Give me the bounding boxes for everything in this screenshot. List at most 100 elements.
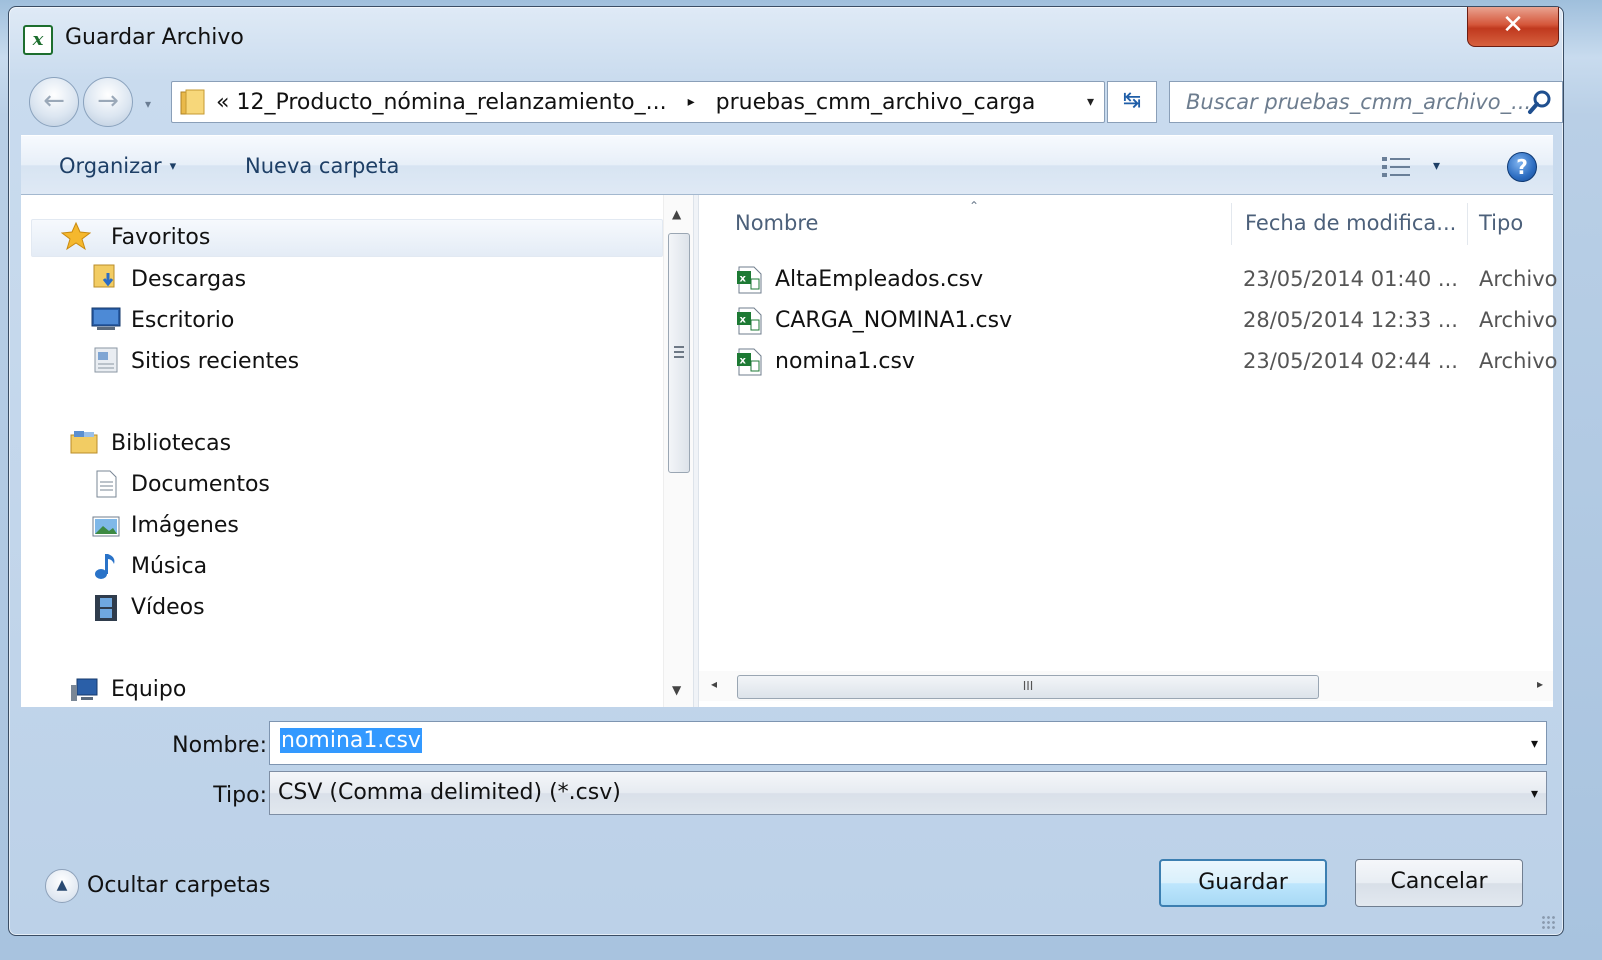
file-type-dropdown-icon[interactable]: ▾ [1531,786,1538,802]
excel-csv-file-icon: x [737,307,762,335]
breadcrumb: « 12_Producto_nómina_relanzamiento_... ▸… [216,90,1035,115]
refresh-icon: ↹ [1122,88,1142,113]
documents-icon [96,470,117,498]
organize-button[interactable]: Organizar ▾ [59,154,176,178]
file-type-select[interactable]: CSV (Comma delimited) (*.csv) ▾ [269,771,1547,815]
folder-icon [180,89,205,115]
breadcrumb-separator-icon[interactable]: ▸ [688,94,695,110]
cancel-button[interactable]: Cancelar [1355,859,1523,907]
back-arrow-icon: ← [43,86,65,116]
browser-area: Favoritos Descargas Escritorio Sitios re… [21,195,1558,707]
excel-csv-file-icon: x [737,266,762,294]
file-name-label: Nombre: [172,733,267,758]
recent-pages-dropdown[interactable]: ▾ [145,97,151,111]
breadcrumb-item-current[interactable]: pruebas_cmm_archivo_carga [716,90,1036,115]
file-date: 28/05/2014 12:33 ... [1243,308,1458,332]
breadcrumb-overflow[interactable]: « [216,90,229,115]
file-name-input[interactable]: nomina1.csv [280,728,422,753]
search-box[interactable]: Buscar pruebas_cmm_archivo_... [1169,81,1563,123]
scroll-up-icon[interactable]: ▲ [672,207,681,221]
file-name-dropdown-icon[interactable]: ▾ [1531,736,1538,752]
scroll-right-icon[interactable]: ▸ [1537,677,1543,691]
view-dropdown-icon[interactable]: ▾ [1433,158,1440,174]
window-title: Guardar Archivo [65,25,244,50]
file-row[interactable]: x AltaEmpleados.csv 23/05/2014 01:40 ...… [733,261,1558,301]
breadcrumb-item-parent[interactable]: 12_Producto_nómina_relanzamiento_... [236,90,666,115]
file-name: nomina1.csv [775,349,915,374]
file-type: Archivo [1479,267,1558,291]
address-dropdown-icon[interactable]: ▾ [1087,94,1094,110]
scroll-grip-icon [674,346,684,360]
tree-item-documents[interactable]: Documentos [131,472,270,497]
downloads-folder-icon [93,264,115,288]
svg-text:x: x [740,274,747,285]
view-options-icon[interactable] [1381,156,1411,178]
computer-icon [71,678,98,701]
file-row[interactable]: x CARGA_NOMINA1.csv 28/05/2014 12:33 ...… [733,302,1558,342]
file-type-value: CSV (Comma delimited) (*.csv) [278,780,621,805]
help-icon[interactable]: ? [1507,152,1537,182]
tree-item-music[interactable]: Música [131,554,207,579]
tree-item-pictures[interactable]: Imágenes [131,513,239,538]
file-type: Archivo [1479,349,1558,373]
command-bar: Organizar ▾ Nueva carpeta ▾ ? [21,135,1553,195]
pictures-icon [92,516,120,537]
file-list: ⌃ Nombre Fecha de modifica... Tipo x Alt… [699,195,1558,707]
column-header-type[interactable]: Tipo [1479,211,1523,235]
refresh-button[interactable]: ↹ [1107,81,1157,123]
file-date: 23/05/2014 02:44 ... [1243,349,1458,373]
new-folder-button[interactable]: Nueva carpeta [245,154,399,178]
search-input[interactable]: Buscar pruebas_cmm_archivo_... [1186,90,1531,114]
save-button[interactable]: Guardar [1159,859,1327,907]
save-file-dialog: x Guardar Archivo ✕ ← → ▾ « 12_Producto_… [8,6,1564,936]
videos-icon [95,595,117,621]
nav-pane-scrollbar[interactable]: ▲ ▼ [663,195,693,707]
libraries-icon [70,431,98,454]
back-button[interactable]: ← [29,77,79,127]
tree-item-libraries[interactable]: Bibliotecas [111,431,231,456]
tree-item-videos[interactable]: Vídeos [131,595,205,620]
scroll-left-icon[interactable]: ◂ [711,677,717,691]
file-name-field[interactable]: nomina1.csv ▾ [269,721,1547,765]
file-date: 23/05/2014 01:40 ... [1243,267,1458,291]
column-divider[interactable] [1231,203,1232,245]
collapse-up-icon: ▲ [45,869,79,903]
hide-folders-text[interactable]: Ocultar carpetas [87,873,270,898]
tree-item-downloads[interactable]: Descargas [131,267,246,292]
column-header-name[interactable]: Nombre [735,211,818,235]
svg-text:x: x [740,356,747,367]
file-list-horizontal-scrollbar[interactable]: ◂ III ▸ [699,671,1553,701]
star-icon [61,221,91,251]
music-icon [95,554,115,579]
desktop-icon [91,307,121,330]
scroll-down-icon[interactable]: ▼ [672,683,681,697]
organize-label: Organizar [59,154,162,178]
column-header-date[interactable]: Fecha de modifica... [1245,211,1456,235]
horizontal-scroll-thumb[interactable]: III [737,675,1319,699]
tree-item-desktop[interactable]: Escritorio [131,308,234,333]
forward-arrow-icon: → [97,86,119,116]
chevron-down-icon: ▾ [169,159,177,174]
excel-icon: x [23,25,53,55]
sort-ascending-icon: ⌃ [969,199,980,213]
navigation-pane: Favoritos Descargas Escritorio Sitios re… [21,195,693,707]
file-type-label: Tipo: [213,783,267,808]
file-row[interactable]: x nomina1.csv 23/05/2014 02:44 ... Archi… [733,343,1558,383]
recent-places-icon [94,347,118,373]
title-bar: x Guardar Archivo ✕ [9,7,1563,67]
address-bar[interactable]: « 12_Producto_nómina_relanzamiento_... ▸… [171,81,1105,123]
file-type: Archivo [1479,308,1558,332]
close-button[interactable]: ✕ [1467,7,1559,47]
tree-item-favorites[interactable]: Favoritos [111,225,210,250]
forward-button[interactable]: → [83,77,133,127]
excel-csv-file-icon: x [737,348,762,376]
search-icon[interactable] [1526,88,1554,116]
tree-item-computer[interactable]: Equipo [111,677,186,702]
file-name: AltaEmpleados.csv [775,267,984,292]
file-name: CARGA_NOMINA1.csv [775,308,1013,333]
scroll-grip-icon: III [1022,679,1034,693]
scroll-thumb[interactable] [668,233,690,473]
resize-grip-icon[interactable] [1541,915,1555,929]
column-divider[interactable] [1467,203,1468,245]
tree-item-recent-places[interactable]: Sitios recientes [131,349,299,374]
